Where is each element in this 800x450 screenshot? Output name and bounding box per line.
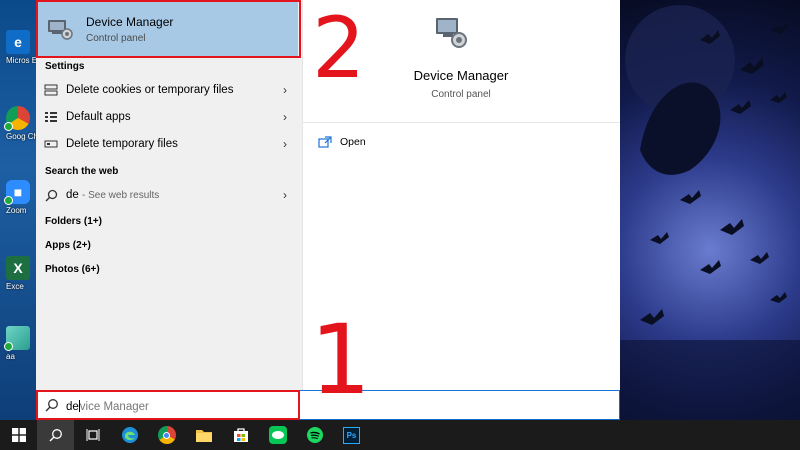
spotify-icon: [306, 427, 323, 443]
search-icon: [44, 189, 58, 201]
chevron-right-icon[interactable]: ›: [278, 188, 292, 202]
taskbar-store[interactable]: [222, 420, 259, 450]
taskbar-chrome[interactable]: [148, 420, 185, 450]
settings-item-default-apps[interactable]: Default apps ›: [36, 104, 292, 130]
annotation-step-2: 2: [312, 0, 366, 97]
desktop-icon-edge[interactable]: e Micros Edge: [6, 30, 36, 66]
sync-check-icon: [4, 342, 13, 351]
taskbar-spotify[interactable]: [296, 420, 333, 450]
store-icon: [233, 428, 248, 442]
desktop-icon-aa[interactable]: aa: [4, 326, 36, 362]
taskbar-line[interactable]: [259, 420, 296, 450]
folder-icon: [195, 430, 212, 442]
group-folders[interactable]: Folders (1+): [45, 216, 102, 227]
photoshop-icon: Ps: [343, 426, 360, 444]
desktop-icon-label: Goog Chrom: [6, 132, 36, 141]
storage-icon: [44, 84, 58, 96]
settings-item-label: Delete temporary files: [66, 138, 178, 150]
excel-icon: X: [6, 256, 30, 280]
drive-icon: [44, 138, 58, 150]
device-manager-large-icon: [436, 18, 467, 48]
desktop-icon-label: Zoom: [6, 206, 27, 215]
line-app-icon: [268, 426, 287, 444]
open-action[interactable]: Open: [318, 136, 366, 148]
desktop-icon-chrome[interactable]: Goog Chrom: [4, 106, 36, 142]
group-photos[interactable]: Photos (6+): [45, 264, 100, 275]
settings-item-label: Default apps: [66, 111, 131, 123]
taskbar-edge[interactable]: [111, 420, 148, 450]
open-icon: [318, 136, 332, 148]
taskbar: Ps: [0, 420, 800, 450]
search-results-panel: Device Manager Control panel Settings De…: [36, 0, 302, 390]
edge-icon: [121, 427, 138, 443]
desktop-icon-label: aa: [6, 352, 15, 361]
settings-item-label: Delete cookies or temporary files: [66, 84, 234, 96]
search-icon: [49, 429, 62, 442]
settings-item-delete-cookies[interactable]: Delete cookies or temporary files ›: [36, 77, 292, 103]
edge-icon: e: [6, 30, 30, 54]
annotation-box-search: [36, 390, 300, 420]
annotation-step-1: 1: [310, 304, 372, 416]
chrome-icon: [157, 426, 176, 444]
preview-divider: [302, 122, 620, 123]
web-result-de[interactable]: de - See web results ›: [36, 182, 292, 208]
default-apps-icon: [44, 111, 58, 123]
settings-header: Settings: [45, 61, 85, 72]
annotation-box-best-match: [36, 0, 301, 58]
taskbar-search-button[interactable]: [37, 420, 74, 450]
desktop-icons-area: e Micros Edge Goog Chrom ■ Zoom X Exce a…: [0, 0, 36, 420]
desktop-icon-label: Exce: [6, 282, 24, 291]
chevron-right-icon[interactable]: ›: [278, 83, 292, 97]
wallpaper-birds-illustration: [620, 5, 800, 420]
start-button[interactable]: [0, 420, 37, 450]
desktop-icon-zoom[interactable]: ■ Zoom: [4, 180, 36, 216]
task-view-icon: [86, 429, 99, 441]
search-web-header: Search the web: [45, 166, 119, 177]
desktop-icon-excel[interactable]: X Exce: [6, 256, 36, 292]
windows-logo-icon: [11, 428, 26, 442]
task-view-button[interactable]: [74, 420, 111, 450]
group-apps[interactable]: Apps (2+): [45, 240, 91, 251]
sync-check-icon: [4, 122, 13, 131]
desktop-wallpaper: [620, 0, 800, 420]
taskbar-file-explorer[interactable]: [185, 420, 222, 450]
settings-item-delete-temp[interactable]: Delete temporary files ›: [36, 131, 292, 157]
sync-check-icon: [4, 196, 13, 205]
chevron-right-icon[interactable]: ›: [278, 110, 292, 124]
taskbar-photoshop[interactable]: Ps: [333, 420, 370, 450]
desktop-icon-label: Micros Edge: [6, 56, 36, 65]
web-query: de: [66, 189, 79, 201]
open-label: Open: [340, 136, 366, 148]
chevron-right-icon[interactable]: ›: [278, 137, 292, 151]
web-hint: - See web results: [82, 190, 160, 201]
